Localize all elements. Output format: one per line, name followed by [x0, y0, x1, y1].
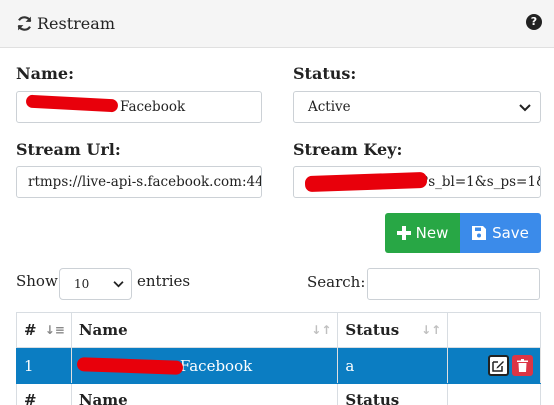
- question-circle-icon[interactable]: ?: [526, 14, 542, 30]
- sort-desc-icon: ↓≡: [44, 323, 65, 337]
- chevron-down-icon: [519, 104, 531, 112]
- footer-index: #: [16, 383, 72, 405]
- column-header-actions: [447, 312, 541, 348]
- stream-url-value: rtmps://live-api-s.facebook.com:443: [28, 174, 262, 190]
- trash-icon[interactable]: [512, 355, 533, 376]
- row-name: Facebook: [70, 347, 339, 384]
- panel-title: Restream: [16, 14, 115, 33]
- column-header-index[interactable]: # ↓≡: [16, 312, 72, 348]
- plus-icon: [396, 226, 411, 240]
- entries-label: entries: [137, 272, 191, 290]
- status-label: Status:: [293, 64, 357, 83]
- streams-table: # ↓≡ Name ↓↑ Status ↓↑ 1 Facebook a # Na…: [16, 312, 541, 405]
- footer-name: Name: [70, 383, 339, 405]
- show-label: Show: [16, 272, 58, 290]
- table-row[interactable]: 1 Facebook a: [16, 347, 541, 384]
- row-index: 1: [16, 347, 72, 384]
- stream-key-label: Stream Key:: [293, 140, 403, 159]
- new-button[interactable]: New: [385, 213, 460, 253]
- refresh-icon[interactable]: [16, 15, 33, 32]
- chevron-down-icon: [113, 281, 124, 288]
- column-header-name[interactable]: Name ↓↑: [70, 312, 339, 348]
- stream-url-label: Stream Url:: [16, 140, 121, 159]
- footer-actions: [447, 383, 541, 405]
- panel-title-text: Restream: [37, 14, 115, 33]
- floppy-disk-icon: [472, 226, 487, 240]
- sort-icon: ↓↑: [421, 323, 442, 337]
- edit-icon[interactable]: [488, 355, 509, 376]
- search-input[interactable]: [367, 268, 540, 300]
- page-length-value: 10: [74, 277, 90, 291]
- row-actions: [447, 347, 541, 384]
- footer-status: Status: [337, 383, 449, 405]
- new-button-label: New: [415, 224, 449, 242]
- page-length-select[interactable]: 10: [59, 268, 132, 300]
- column-header-status[interactable]: Status ↓↑: [337, 312, 449, 348]
- sort-icon: ↓↑: [311, 323, 332, 337]
- status-select-value: Active: [308, 99, 351, 115]
- stream-url-input[interactable]: rtmps://live-api-s.facebook.com:443: [16, 166, 262, 198]
- save-button-label: Save: [492, 224, 529, 242]
- search-label: Search:: [307, 273, 366, 291]
- name-label: Name:: [16, 64, 75, 83]
- row-status: a: [337, 347, 449, 384]
- save-button[interactable]: Save: [460, 213, 541, 253]
- status-select[interactable]: Active: [293, 91, 541, 123]
- panel-header: Restream ?: [0, 0, 554, 48]
